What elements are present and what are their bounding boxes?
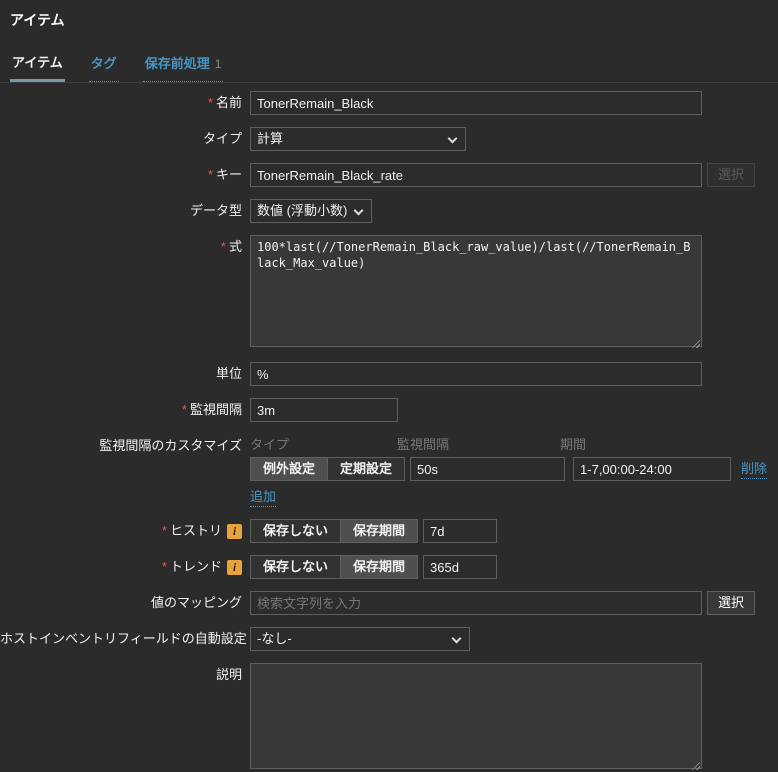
row-type: タイプ 計算 xyxy=(0,127,778,151)
row-data-type: データ型 数値 (浮動小数) xyxy=(0,199,778,223)
custom-interval-period-input[interactable] xyxy=(573,457,732,481)
formula-label: 式 xyxy=(228,239,242,254)
remove-interval-link[interactable]: 削除 xyxy=(741,460,768,479)
row-description: 説明 xyxy=(0,663,778,772)
units-input[interactable] xyxy=(250,362,702,386)
preprocessing-count-badge: 1 xyxy=(214,57,222,71)
description-label: 説明 xyxy=(215,667,242,682)
row-name: * 名前 xyxy=(0,91,778,115)
required-asterisk: * xyxy=(181,402,187,417)
name-label: 名前 xyxy=(215,95,242,110)
history-storage-period-option[interactable]: 保存期間 xyxy=(340,520,418,542)
value-mapping-label: 値のマッピング xyxy=(150,595,242,610)
update-interval-input[interactable] xyxy=(250,398,398,422)
host-inventory-label: ホストインベントリフィールドの自動設定 xyxy=(0,631,247,646)
data-type-select[interactable]: 数値 (浮動小数) xyxy=(250,199,372,223)
history-period-input[interactable] xyxy=(423,519,498,543)
trends-mode-segmented-control: 保存しない 保存期間 xyxy=(250,555,419,579)
custom-intervals-header: タイプ 監視間隔 期間 xyxy=(250,434,767,453)
add-interval-link[interactable]: 追加 xyxy=(250,488,277,507)
chevron-down-icon xyxy=(353,205,364,216)
name-input[interactable] xyxy=(250,91,702,115)
required-asterisk: * xyxy=(161,523,167,538)
row-trends: * トレンド i 保存しない 保存期間 xyxy=(0,555,778,579)
update-interval-label: 監視間隔 xyxy=(189,402,242,417)
interval-type-scheduling-option[interactable]: 定期設定 xyxy=(327,458,404,480)
formula-textarea[interactable]: 100*last(//TonerRemain_Black_raw_value)/… xyxy=(250,235,702,347)
required-asterisk: * xyxy=(207,95,213,110)
row-formula: * 式 100*last(//TonerRemain_Black_raw_valu… xyxy=(0,235,778,350)
data-type-label: データ型 xyxy=(189,203,242,218)
row-host-inventory: ホストインベントリフィールドの自動設定 -なし- xyxy=(0,627,778,651)
row-value-mapping: 値のマッピング 選択 xyxy=(0,591,778,615)
type-select[interactable]: 計算 xyxy=(250,127,466,151)
column-type: タイプ xyxy=(250,437,290,452)
tab-item[interactable]: アイテム xyxy=(10,48,65,82)
units-label: 単位 xyxy=(215,366,242,381)
history-mode-segmented-control: 保存しない 保存期間 xyxy=(250,519,419,543)
page-title: アイテム xyxy=(10,12,65,28)
required-asterisk: * xyxy=(161,559,167,574)
history-do-not-keep-option[interactable]: 保存しない xyxy=(251,520,340,542)
trends-period-input[interactable] xyxy=(423,555,498,579)
key-label: キー xyxy=(215,167,242,182)
interval-type-flexible-option[interactable]: 例外設定 xyxy=(251,458,328,480)
tab-preprocessing-label: 保存前処理 xyxy=(144,56,210,71)
value-mapping-select-button[interactable]: 選択 xyxy=(707,591,756,615)
row-update-interval: * 監視間隔 xyxy=(0,398,778,422)
row-history: * ヒストリ i 保存しない 保存期間 xyxy=(0,519,778,543)
data-type-select-value: 数値 (浮動小数) xyxy=(257,203,348,218)
key-input[interactable] xyxy=(250,163,702,187)
host-inventory-select[interactable]: -なし- xyxy=(250,627,470,651)
custom-interval-input[interactable] xyxy=(410,457,566,481)
key-select-button: 選択 xyxy=(707,163,756,187)
value-mapping-search-input[interactable] xyxy=(250,591,702,615)
tab-bar: アイテム タグ 保存前処理 1 xyxy=(0,38,778,83)
chevron-down-icon xyxy=(451,633,462,644)
info-icon[interactable]: i xyxy=(227,524,242,540)
row-units: 単位 xyxy=(0,362,778,386)
required-asterisk: * xyxy=(207,167,213,182)
host-inventory-select-value: -なし- xyxy=(257,631,292,646)
description-textarea[interactable] xyxy=(250,663,702,769)
chevron-down-icon xyxy=(447,133,458,144)
row-key: *キー 選択 xyxy=(0,163,778,187)
interval-type-segmented-control: 例外設定 定期設定 xyxy=(250,457,406,481)
item-config-page: アイテム アイテム タグ 保存前処理1 *名前 タイプ 計算 xyxy=(0,0,778,772)
trends-label: トレンド xyxy=(169,559,222,574)
custom-interval-row: 例外設定 定期設定 削除 xyxy=(250,457,768,481)
type-select-value: 計算 xyxy=(257,131,284,146)
column-interval: 監視間隔 xyxy=(397,437,450,452)
tab-preprocessing[interactable]: 保存前処理 1 xyxy=(142,51,224,82)
info-icon[interactable]: i xyxy=(227,560,242,576)
column-period: 期間 xyxy=(560,437,587,452)
custom-intervals-label: 監視間隔のカスタマイズ xyxy=(99,438,242,453)
type-label: タイプ xyxy=(202,131,242,146)
trends-storage-period-option[interactable]: 保存期間 xyxy=(340,556,418,578)
tab-tags[interactable]: タグ xyxy=(88,51,119,82)
row-custom-intervals: 監視間隔のカスタマイズ タイプ 監視間隔 期間 例外設定 定期設定 削除 xyxy=(0,434,778,507)
required-asterisk: * xyxy=(220,239,226,254)
history-label: ヒストリ xyxy=(169,523,222,538)
item-form: *名前 タイプ 計算 *キー 選択 データ型 xyxy=(0,83,778,772)
trends-do-not-keep-option[interactable]: 保存しない xyxy=(251,556,340,578)
